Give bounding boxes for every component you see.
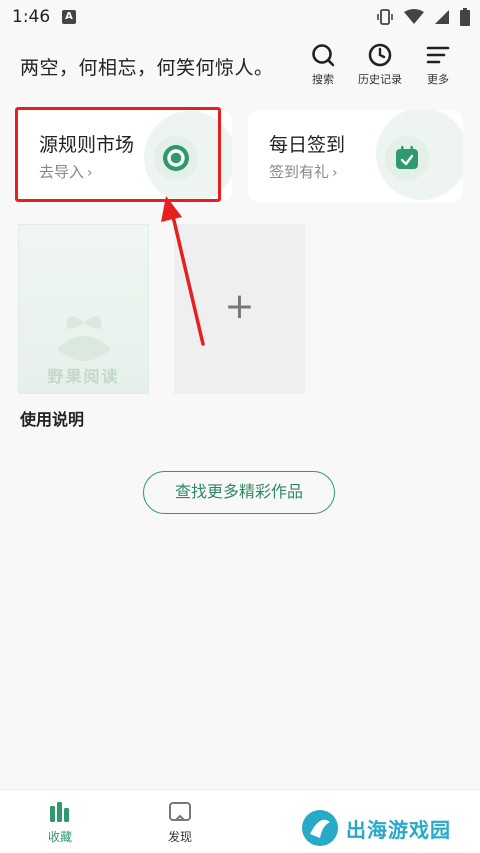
plus-icon: + — [224, 286, 255, 327]
status-time: 1:46 — [12, 7, 51, 27]
header-motto: 两空，何相忘，何笑何惊人。 — [20, 57, 274, 79]
leaf-logo-icon — [57, 316, 111, 361]
menu-icon — [426, 46, 450, 64]
daily-checkin-subtitle-text: 签到有礼 — [269, 163, 330, 181]
daily-checkin-subtitle: 签到有礼 › — [269, 161, 338, 182]
daily-checkin-icon-wrap — [385, 136, 429, 180]
book-cover-title: 野果阅读 — [47, 367, 120, 386]
search-icon — [312, 44, 335, 67]
wifi-icon — [404, 9, 424, 24]
nav-tab-discover-label: 发现 — [167, 830, 192, 844]
history-button[interactable]: 历史记录 — [352, 42, 408, 88]
nav-tab-favorites-label: 收藏 — [47, 830, 72, 844]
daily-checkin-title: 每日签到 — [269, 134, 346, 156]
vibrate-icon — [377, 9, 393, 25]
search-button-label: 搜索 — [312, 73, 334, 86]
status-bar: 1:46 A — [0, 0, 480, 34]
status-icons — [376, 8, 470, 26]
battery-icon — [460, 8, 470, 26]
book-cover[interactable]: 野果阅读 — [18, 224, 149, 394]
chevron-right-icon: › — [332, 165, 338, 181]
signal-icon — [435, 10, 449, 24]
more-button-label: 更多 — [427, 73, 449, 86]
watermark-text: 出海游戏园 — [346, 817, 451, 842]
watermark-logo-icon — [302, 810, 338, 846]
calendar-check-icon — [396, 146, 418, 169]
more-button[interactable]: 更多 — [410, 42, 466, 88]
clock-icon — [368, 43, 392, 67]
highlight-annotation-box — [15, 107, 221, 202]
nav-tab-discover[interactable]: 发现 — [150, 800, 210, 845]
book-open-icon — [169, 802, 191, 821]
history-button-label: 历史记录 — [358, 73, 402, 86]
bookshelf-icon — [50, 802, 69, 822]
find-more-button[interactable]: 查找更多精彩作品 — [143, 471, 335, 514]
book-title[interactable]: 使用说明 — [20, 406, 84, 430]
watermark: 出海游戏园 — [300, 806, 451, 850]
daily-checkin-card[interactable]: 每日签到 签到有礼 › — [248, 110, 463, 203]
search-button[interactable]: 搜索 — [295, 42, 351, 88]
nav-tab-favorites[interactable]: 收藏 — [30, 800, 90, 845]
notification-icon: A — [62, 10, 76, 24]
add-book-tile[interactable]: + — [174, 224, 305, 394]
